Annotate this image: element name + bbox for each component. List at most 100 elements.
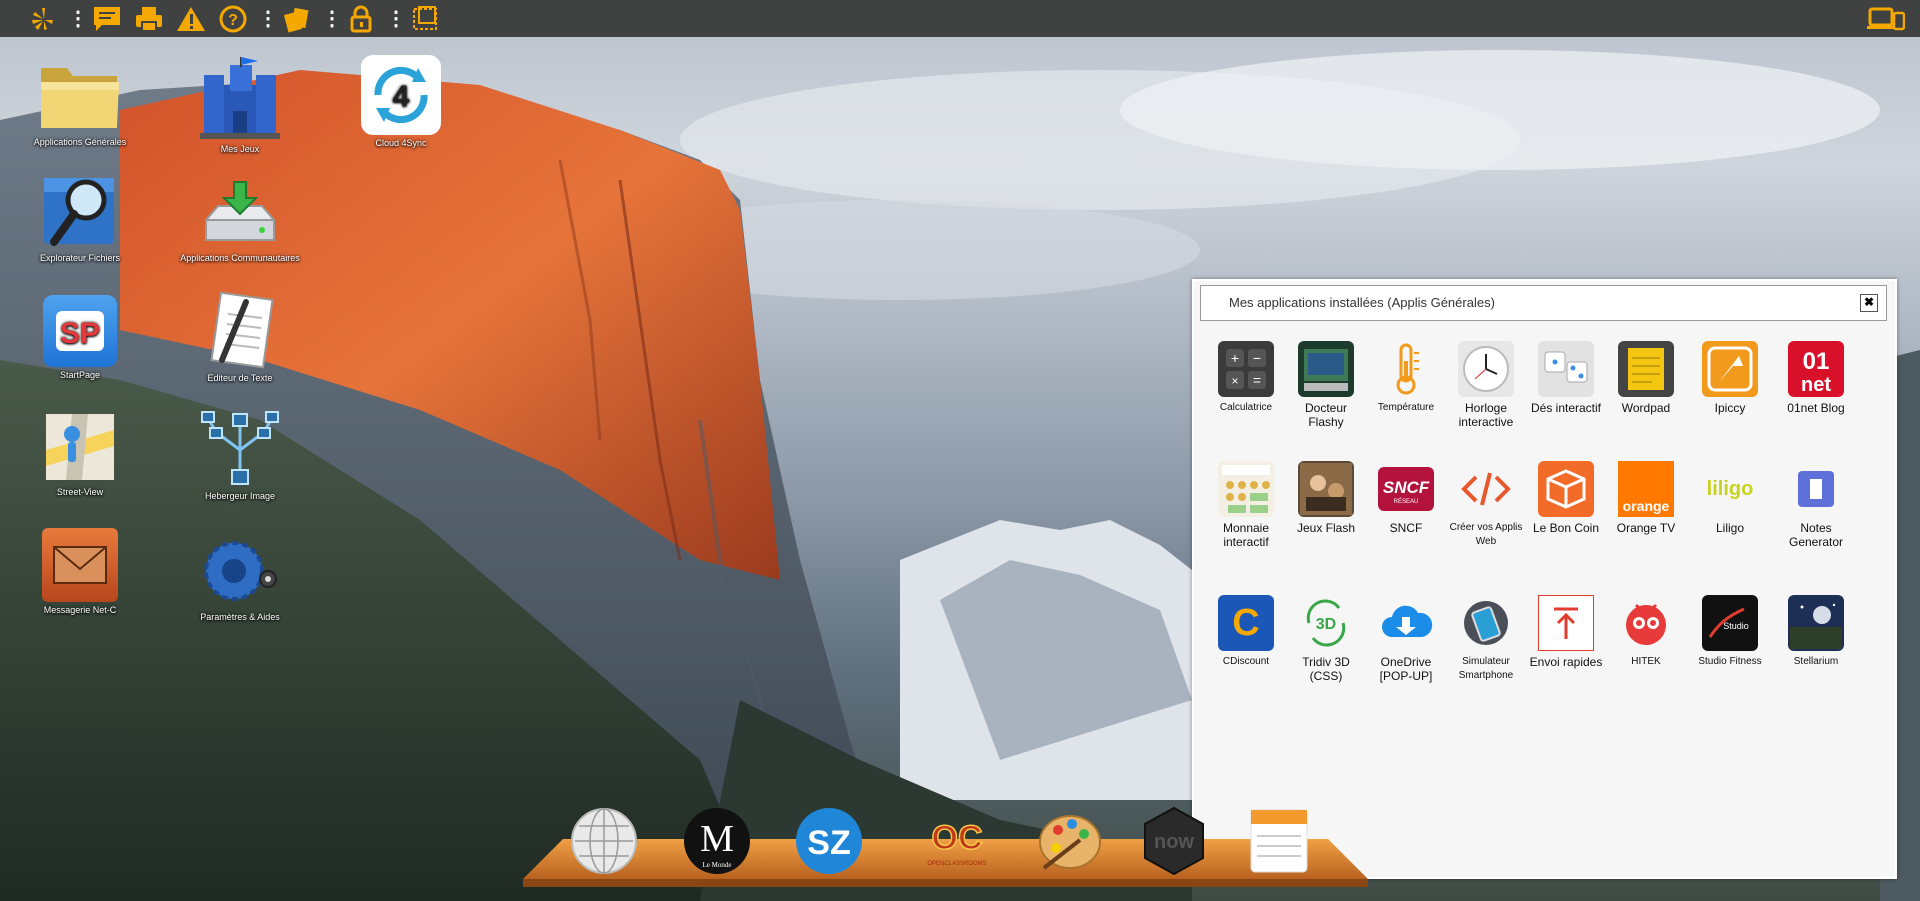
app-liligo[interactable]: liligo Liligo [1690, 461, 1770, 535]
svg-text:?: ? [228, 12, 238, 29]
app-envoi-rapides[interactable]: Envoi rapides [1526, 595, 1606, 669]
app-label: HITEK [1631, 656, 1661, 667]
svg-text:net: net [1801, 374, 1831, 396]
print-icon[interactable] [132, 2, 166, 36]
cowork-now-icon[interactable]: now [1138, 805, 1210, 877]
desktop-icon-label: Street-View [56, 487, 104, 497]
mail-icon [42, 528, 118, 602]
le-monde-name: Le Monde [703, 861, 732, 869]
yelp-icon[interactable] [26, 2, 60, 36]
app-notes-generator[interactable]: Notes Generator [1776, 461, 1856, 549]
desktop-icon-applications-communautaires[interactable]: Applications Communautaires [180, 180, 300, 264]
app-studio-fitness[interactable]: Studio Studio Fitness [1690, 595, 1770, 669]
cloud4sync-icon: 4 [361, 55, 441, 135]
desktop-icon-label: Paramètres & Aides [200, 612, 280, 622]
window-title: Mes applications installées (Applis Géné… [1229, 295, 1495, 310]
app-stellarium[interactable]: Stellarium [1776, 595, 1856, 669]
stellarium-icon [1788, 595, 1844, 651]
app-01net-blog[interactable]: 01 net 01net Blog [1776, 341, 1856, 415]
desktop-icon-label: Explorateur Fichiers [39, 253, 121, 263]
app-label: SNCF [1389, 521, 1423, 535]
svg-text:01: 01 [1803, 348, 1830, 375]
app-tridiv-3d[interactable]: 3D Tridiv 3D (CSS) [1286, 595, 1366, 683]
app-docteur-flashy[interactable]: Docteur Flashy [1286, 341, 1366, 429]
sz-text: SZ [807, 824, 850, 862]
warning-icon[interactable] [174, 2, 208, 36]
le-monde-letter: M [700, 818, 734, 860]
app-onedrive[interactable]: OneDrive [POP-UP] [1366, 595, 1446, 683]
svg-text:liligo: liligo [1707, 478, 1754, 500]
desktop-icon-parametres-aides[interactable]: Paramètres & Aides [180, 535, 300, 623]
thermometer-icon [1378, 341, 1434, 397]
close-button[interactable]: ✖ [1860, 294, 1878, 312]
svg-text:×: × [1231, 374, 1238, 388]
app-temperature[interactable]: Température [1366, 341, 1446, 415]
le-monde-icon[interactable]: M Le Monde [681, 805, 753, 877]
chat-icon[interactable] [90, 2, 124, 36]
app-le-bon-coin[interactable]: Le Bon Coin [1526, 461, 1606, 535]
installed-apps-window: Mes applications installées (Applis Géné… [1192, 279, 1897, 879]
desktop-icon-label: Applications Générales [33, 137, 127, 147]
devices-icon[interactable] [1866, 2, 1906, 36]
notes-icon[interactable] [280, 2, 314, 36]
download-drive-icon [198, 180, 282, 250]
flashy-icon [1298, 341, 1354, 397]
app-label: Envoi rapides [1529, 655, 1603, 669]
desktop-icon-startpage[interactable]: SP StartPage [20, 295, 140, 381]
hitek-icon [1618, 595, 1674, 651]
app-ipiccy[interactable]: Ipiccy [1690, 341, 1770, 415]
app-label: Température [1377, 402, 1435, 413]
desktop-icon-label: Applications Communautaires [180, 253, 300, 263]
app-creer-vos-applis-web[interactable]: Créer vos Applis Web [1446, 461, 1526, 549]
desktop-icon-label: Hebergeur Image [204, 491, 276, 501]
notepad-icon[interactable] [1243, 805, 1315, 877]
app-des-interactif[interactable]: Dés interactif [1526, 341, 1606, 415]
app-sncf[interactable]: SNCF RÉSEAU SNCF [1366, 461, 1446, 535]
app-orange-tv[interactable]: orange Orange TV [1606, 461, 1686, 535]
app-label: 01net Blog [1787, 401, 1845, 415]
openclassrooms-icon[interactable]: OC OPENCLASSROOMS [921, 805, 993, 877]
window-titlebar: Mes applications installées (Applis Géné… [1200, 285, 1887, 321]
code-icon [1458, 461, 1514, 517]
svg-text:SNCF: SNCF [1383, 478, 1430, 497]
app-label: Jeux Flash [1296, 521, 1356, 535]
dock: M Le Monde SZ OC OPENCLASSROOMS now [523, 806, 1368, 893]
box-icon [1538, 461, 1594, 517]
desktop-icon-applications-generales[interactable]: Applications Générales [20, 58, 140, 148]
paint-palette-icon[interactable] [1033, 805, 1105, 877]
svg-text:=: = [1253, 372, 1261, 388]
desktop-icon-mes-jeux[interactable]: Mes Jeux [180, 55, 300, 155]
wordpad-icon [1618, 341, 1674, 397]
app-monnaie-interactif[interactable]: Monnaie interactif [1206, 461, 1286, 549]
app-wordpad[interactable]: Wordpad [1606, 341, 1686, 415]
text-editor-icon [202, 290, 278, 370]
desktop-icon-explorateur-fichiers[interactable]: Explorateur Fichiers [20, 172, 140, 264]
desktop-icon-cloud-4sync[interactable]: 4 Cloud 4Sync [341, 55, 461, 149]
desktop-icon-street-view[interactable]: Street-View [20, 410, 140, 498]
app-label: Calculatrice [1219, 402, 1273, 413]
help-icon[interactable]: ? [216, 2, 250, 36]
lock-icon[interactable] [344, 2, 378, 36]
app-label: Orange TV [1616, 521, 1676, 535]
sz-icon[interactable]: SZ [793, 805, 865, 877]
app-calculatrice[interactable]: + − × = Calculatrice [1206, 341, 1286, 415]
app-label: Ipiccy [1714, 401, 1746, 415]
folder-icon [37, 58, 123, 134]
desktop-icon-messagerie-net-c[interactable]: Messagerie Net-C [20, 528, 140, 616]
cowork-now-text: now [1154, 831, 1194, 853]
app-cdiscount[interactable]: C CDiscount [1206, 595, 1286, 669]
wikipedia-icon[interactable] [568, 805, 640, 877]
app-hitek[interactable]: HITEK [1606, 595, 1686, 669]
selection-icon[interactable] [408, 2, 442, 36]
separator-dots: ⋮ [386, 7, 406, 30]
desktop-icon-hebergeur-image[interactable]: Hebergeur Image [180, 410, 300, 502]
startpage-icon: SP [43, 295, 117, 367]
sncf-icon: SNCF RÉSEAU [1378, 467, 1434, 511]
app-jeux-flash[interactable]: Jeux Flash [1286, 461, 1366, 535]
app-horloge-interactive[interactable]: Horloge interactive [1446, 341, 1526, 429]
desktop-icon-editeur-de-texte[interactable]: Editeur de Texte [180, 290, 300, 384]
svg-text:SP: SP [60, 317, 100, 350]
app-label: Monnaie interactif [1222, 521, 1270, 549]
app-simulateur-smartphone[interactable]: Simulateur Smartphone [1446, 595, 1526, 683]
desktop-icon-label: Messagerie Net-C [43, 605, 117, 615]
